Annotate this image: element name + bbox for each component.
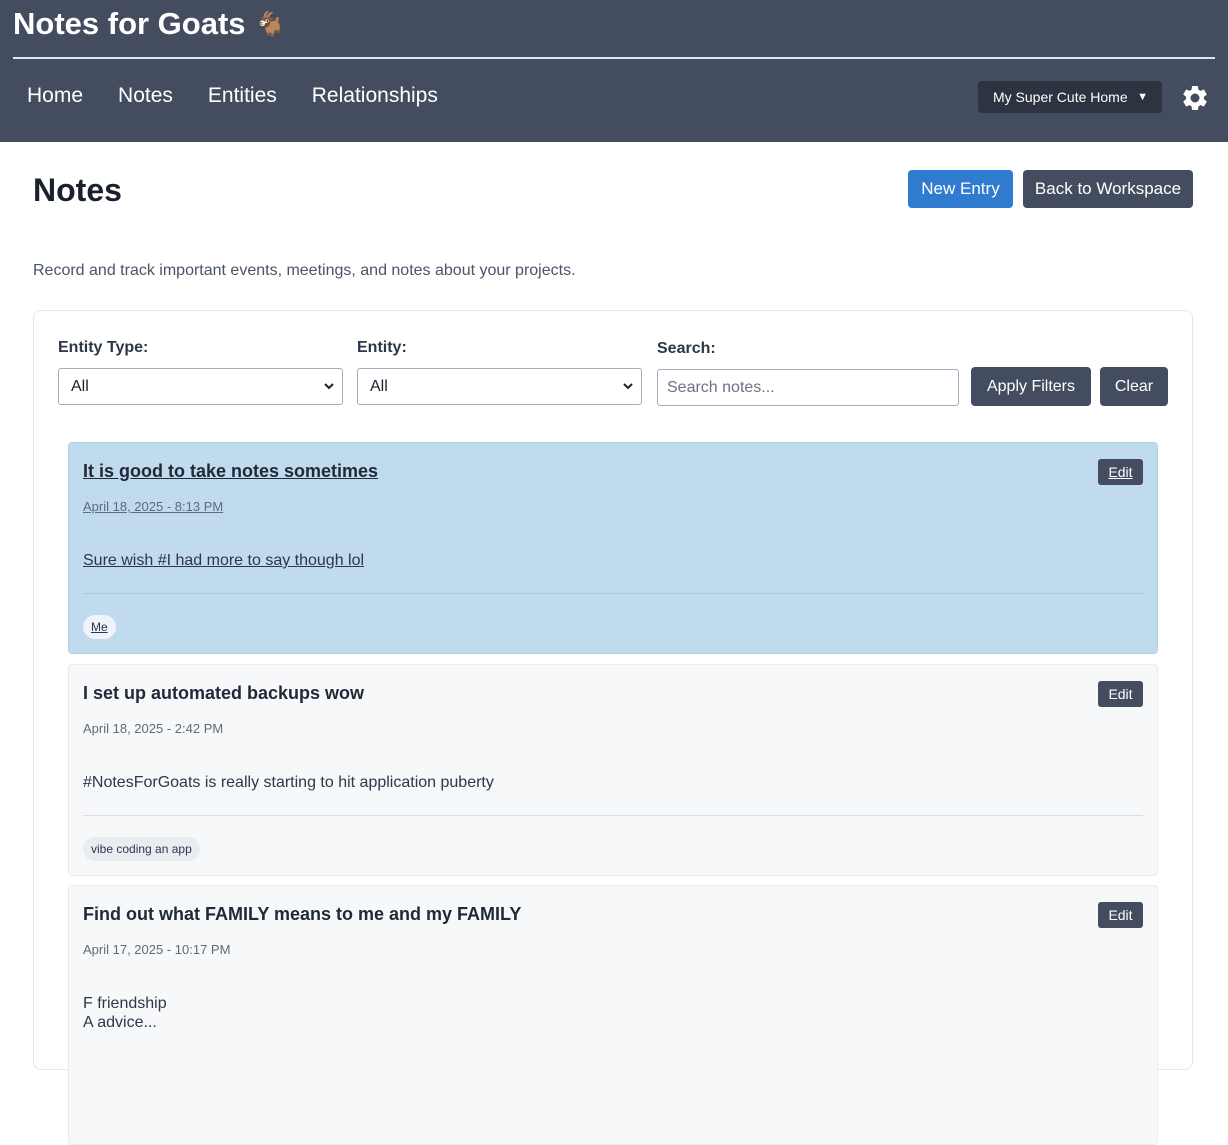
new-entry-button[interactable]: New Entry: [908, 170, 1013, 208]
entity-select-value: All: [370, 377, 388, 395]
note-card[interactable]: I set up automated backups wow Edit Apri…: [68, 664, 1158, 876]
note-card[interactable]: It is good to take notes sometimes Edit …: [68, 442, 1158, 654]
note-body-line: A advice...: [83, 1014, 157, 1031]
note-divider: [83, 593, 1143, 594]
note-body: #NotesForGoats is really starting to hit…: [83, 774, 494, 791]
clear-button[interactable]: Clear: [1100, 367, 1168, 406]
note-title[interactable]: Find out what FAMILY means to me and my …: [83, 904, 521, 925]
note-body: F friendship A advice...: [83, 994, 167, 1032]
apply-filters-button[interactable]: Apply Filters: [971, 367, 1091, 406]
app-title[interactable]: Notes for Goats 🐐: [13, 4, 287, 45]
entity-tag[interactable]: vibe coding an app: [83, 837, 200, 861]
edit-button[interactable]: Edit: [1098, 681, 1143, 707]
entity-type-select[interactable]: All: [58, 368, 343, 405]
main-nav: Home Notes Entities Relationships: [27, 82, 438, 110]
notes-panel: Entity Type: All Entity: All Search: App…: [33, 310, 1193, 1145]
note-title[interactable]: I set up automated backups wow: [83, 683, 364, 704]
gear-icon[interactable]: [1180, 83, 1210, 113]
entity-label: Entity:: [357, 339, 407, 356]
app-title-text[interactable]: Notes for Goats: [13, 6, 246, 41]
edit-button[interactable]: Edit: [1098, 902, 1143, 928]
app-header: Notes for Goats 🐐 Home Notes Entities Re…: [0, 0, 1228, 142]
edit-button[interactable]: Edit: [1098, 459, 1143, 485]
nav-entities[interactable]: Entities: [208, 82, 277, 110]
note-title[interactable]: It is good to take notes sometimes: [83, 461, 378, 482]
note-date: April 18, 2025 - 2:42 PM: [83, 721, 224, 736]
note-divider: [83, 815, 1143, 816]
entity-tag[interactable]: Me: [83, 615, 116, 639]
nav-home[interactable]: Home: [27, 82, 83, 110]
nav-relationships[interactable]: Relationships: [312, 82, 438, 110]
entity-type-label: Entity Type:: [58, 339, 149, 356]
workspace-dropdown-value: My Super Cute Home: [993, 89, 1128, 105]
header-divider: [13, 57, 1215, 59]
search-label: Search:: [657, 340, 716, 357]
entity-type-select-value: All: [71, 377, 89, 395]
back-to-workspace-button[interactable]: Back to Workspace: [1023, 170, 1193, 208]
entity-select[interactable]: All: [357, 368, 642, 405]
page-title: Notes: [33, 172, 122, 208]
chevron-down-icon: [324, 383, 334, 390]
page-description: Record and track important events, meeti…: [33, 262, 576, 279]
note-date: April 18, 2025 - 8:13 PM: [83, 499, 224, 514]
note-date: April 17, 2025 - 10:17 PM: [83, 942, 231, 957]
chevron-down-icon: [623, 383, 633, 390]
note-body: Sure wish #I had more to say though lol: [83, 552, 365, 569]
goat-icon: 🐐: [254, 10, 287, 40]
caret-down-icon: ▼: [1137, 91, 1148, 103]
note-body-line: F friendship: [83, 995, 167, 1012]
note-card[interactable]: Find out what FAMILY means to me and my …: [68, 885, 1158, 1145]
search-input[interactable]: [657, 369, 959, 406]
workspace-dropdown[interactable]: My Super Cute Home ▼: [978, 81, 1162, 113]
nav-notes[interactable]: Notes: [118, 82, 173, 110]
